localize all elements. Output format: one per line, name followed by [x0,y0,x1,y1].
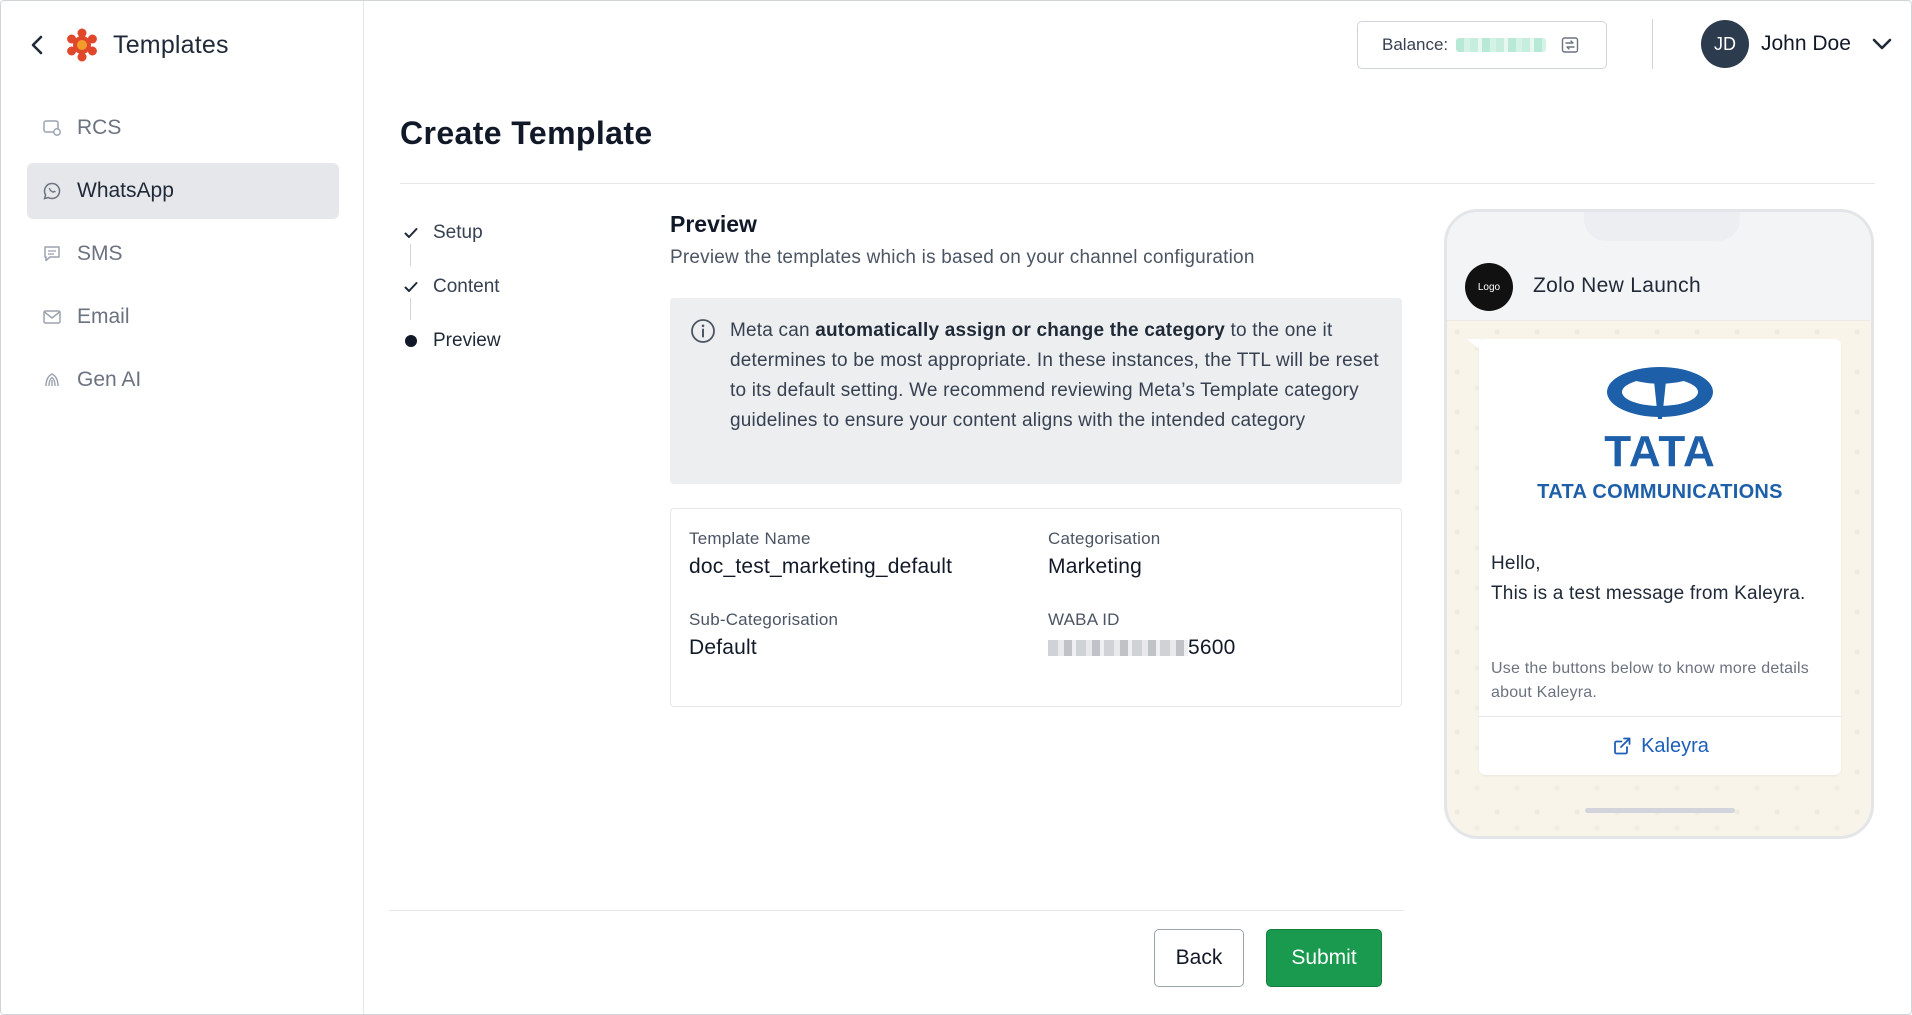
waba-id-redacted [1048,640,1188,657]
phone-notch [1584,212,1740,241]
phone-preview: Logo Zolo New Launch TATA TATA COMMUNICA… [1444,209,1874,839]
brand-logo-icon [65,28,99,62]
balance-widget: Balance: [1357,21,1607,69]
template-details-card: Template Name doc_test_marketing_default… [670,508,1402,707]
field-label: Sub-Categorisation [689,610,839,629]
check-icon [401,227,421,239]
phone-home-indicator [1585,808,1735,813]
sidebar-item-label: Gen AI [77,368,142,391]
avatar: JD [1701,20,1749,68]
page-title: Create Template [400,115,653,151]
chat-name: Zolo New Launch [1533,274,1701,297]
preview-title: Preview [670,211,757,237]
email-icon [41,306,63,328]
step-label: Setup [433,222,483,243]
step-label: Content [433,276,500,297]
sidebar-title: Templates [113,30,229,59]
title-divider [400,183,1875,184]
chat-logo: Logo [1465,263,1513,311]
field-waba-id: WABA ID 5600 [1048,610,1236,660]
balance-label: Balance: [1382,35,1449,54]
sidebar-header: Templates [23,23,229,67]
user-menu[interactable]: JD John Doe [1701,19,1895,69]
sidebar-item-sms[interactable]: SMS [27,226,339,282]
external-link-icon [1611,735,1633,757]
message-bubble: TATA TATA COMMUNICATIONS Hello, This is … [1479,339,1841,775]
tata-logo-icon [1607,367,1713,419]
sms-icon [41,243,63,265]
info-bold-text: automatically assign or change the categ… [815,320,1226,341]
field-label: Template Name [689,529,811,548]
sidebar-nav: RCS WhatsApp SMS Email Gen AI [27,100,339,415]
info-callout: Meta can automatically assign or change … [670,298,1402,484]
whatsapp-icon [41,180,63,202]
rcs-icon [41,117,63,139]
gen-ai-icon [41,369,63,391]
field-template-name: Template Name doc_test_marketing_default [689,529,952,579]
refresh-balance-icon[interactable] [1560,35,1580,55]
brand-word: TATA [1604,427,1716,476]
back-chevron-icon[interactable] [23,31,51,59]
app-window: Templates RCS WhatsApp SMS Email Gen AI … [0,0,1912,1015]
sidebar-item-label: WhatsApp [77,179,174,202]
field-value: Marketing [1048,555,1143,578]
submit-button[interactable]: Submit [1266,929,1382,987]
sidebar: Templates RCS WhatsApp SMS Email Gen AI [1,1,364,1014]
field-categorisation: Categorisation Marketing [1048,529,1160,579]
field-label: Categorisation [1048,529,1161,548]
step-setup[interactable]: Setup [401,206,501,266]
field-value: 5600 [1048,636,1236,660]
sidebar-item-email[interactable]: Email [27,289,339,345]
message-footer: Use the buttons below to know more detai… [1491,660,1809,701]
sidebar-item-rcs[interactable]: RCS [27,100,339,156]
sidebar-item-gen-ai[interactable]: Gen AI [27,352,339,408]
cta-button-kaleyra[interactable]: Kaleyra [1479,717,1841,775]
balance-value-redacted [1456,38,1547,52]
chevron-down-icon[interactable] [1869,31,1895,57]
cta-label: Kaleyra [1641,734,1709,757]
step-preview[interactable]: Preview [401,314,501,368]
step-content[interactable]: Content [401,260,501,320]
field-value: doc_test_marketing_default [689,555,953,578]
sidebar-item-whatsapp[interactable]: WhatsApp [27,163,339,219]
sidebar-item-label: RCS [77,116,122,139]
preview-subtitle: Preview the templates which is based on … [670,247,1255,268]
back-button[interactable]: Back [1154,929,1244,987]
brand-sub: TATA COMMUNICATIONS [1537,481,1783,503]
stepper: Setup Content Preview [401,206,501,368]
sidebar-item-label: SMS [77,242,123,265]
info-text: Meta can automatically assign or change … [730,320,1379,431]
sidebar-item-label: Email [77,305,130,328]
field-label: WABA ID [1048,610,1120,629]
field-value: Default [689,636,757,659]
user-name: John Doe [1761,32,1851,55]
check-icon [401,281,421,293]
info-icon [690,318,716,344]
current-step-dot-icon [401,335,421,347]
topbar-divider [1652,19,1653,69]
message-body: Hello, This is a test message from Kaley… [1491,553,1806,604]
footer-divider [389,910,1404,911]
message-media-image: TATA TATA COMMUNICATIONS [1479,339,1841,539]
step-label: Preview [433,330,501,351]
field-sub-categorisation: Sub-Categorisation Default [689,610,838,660]
